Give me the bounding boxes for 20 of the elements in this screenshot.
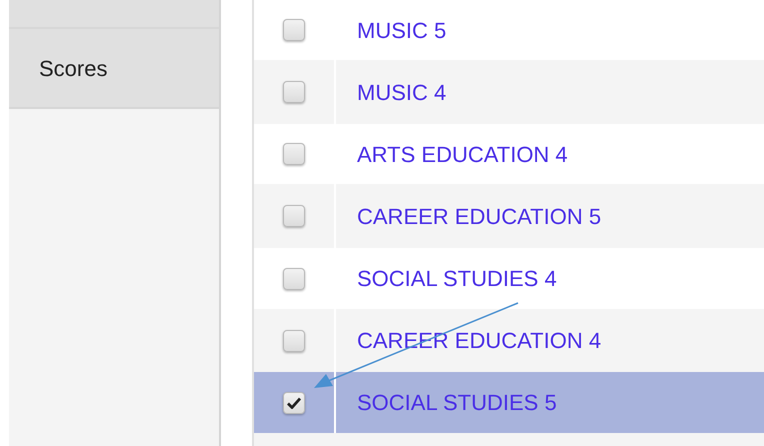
subject-link[interactable]: ARTS EDUCATION 4 bbox=[357, 138, 568, 170]
subject-row[interactable]: MUSIC 5 bbox=[254, 0, 764, 60]
subject-link[interactable]: SOCIAL STUDIES 4 bbox=[357, 262, 557, 295]
checkbox[interactable] bbox=[283, 330, 305, 352]
subject-link[interactable]: MUSIC 5 bbox=[357, 14, 446, 46]
sidebar-item[interactable] bbox=[9, 0, 219, 29]
subject-link[interactable]: CAREER EDUCATION 5 bbox=[357, 200, 602, 232]
checkbox[interactable] bbox=[283, 268, 305, 290]
subject-row[interactable]: SOCIAL STUDIES 5 bbox=[254, 372, 764, 433]
subject-link[interactable]: SOCIAL STUDIES 5 bbox=[357, 386, 557, 419]
checkbox[interactable] bbox=[283, 205, 305, 227]
checkbox[interactable] bbox=[283, 81, 305, 103]
sidebar-item[interactable]: Scores bbox=[9, 29, 219, 109]
subject-row[interactable]: ARTS EDUCATION 4 bbox=[254, 124, 764, 184]
subject-row[interactable]: SOCIAL STUDIES 4 bbox=[254, 248, 764, 309]
checkbox[interactable] bbox=[283, 143, 305, 165]
checkbox[interactable] bbox=[283, 392, 305, 414]
subject-link[interactable]: MUSIC 4 bbox=[357, 76, 446, 108]
checkbox[interactable] bbox=[283, 19, 305, 41]
check-icon bbox=[287, 396, 301, 408]
